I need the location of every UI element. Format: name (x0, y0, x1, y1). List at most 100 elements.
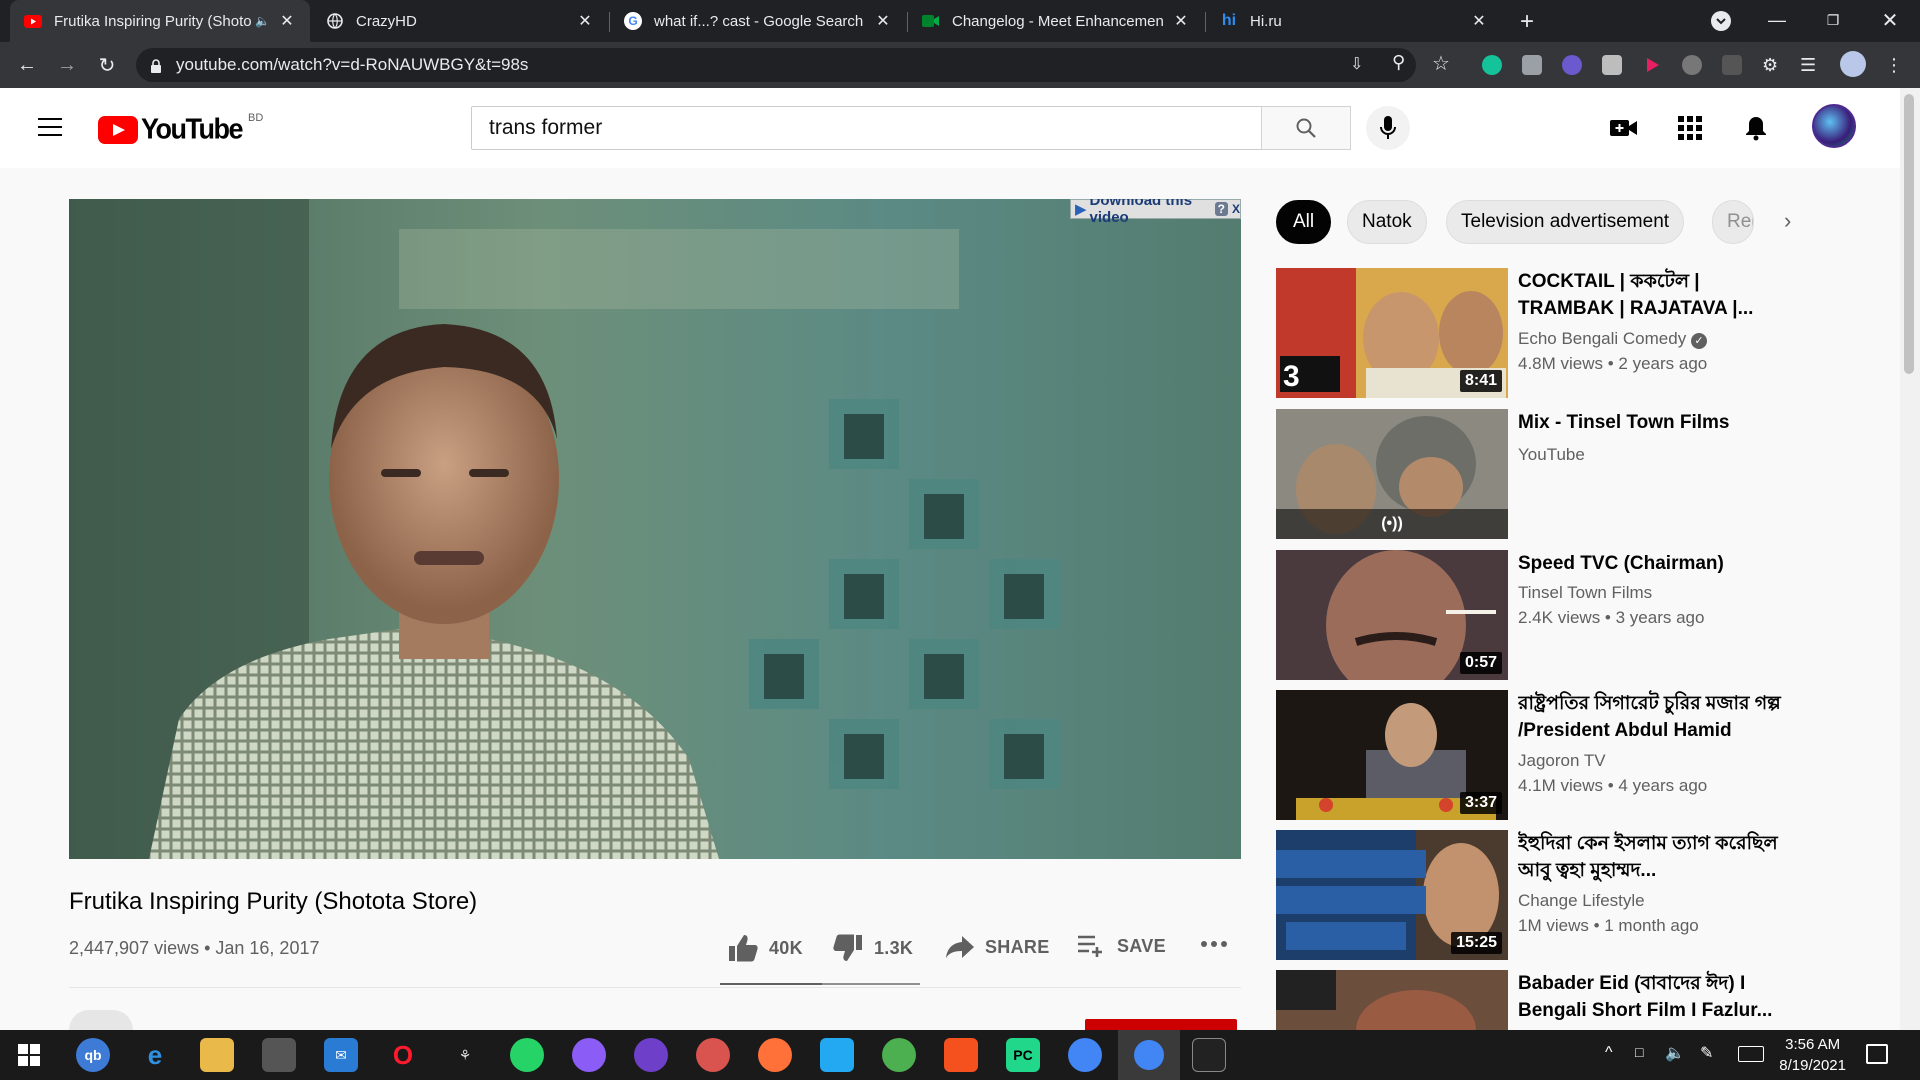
tab-search-icon[interactable] (1711, 11, 1731, 31)
hamburger-menu-icon[interactable] (38, 118, 62, 136)
app-icon[interactable] (696, 1038, 730, 1072)
extension-icon[interactable] (1722, 55, 1742, 75)
vscode-icon[interactable] (820, 1038, 854, 1072)
video-thumbnail[interactable]: 15:25 (1276, 830, 1508, 960)
pen-icon[interactable]: ✎ (1700, 1043, 1713, 1063)
terminal-icon[interactable] (1192, 1038, 1226, 1072)
profile-avatar[interactable] (1840, 51, 1866, 77)
satellite-app-icon[interactable]: ⚘ (448, 1038, 482, 1072)
recommendation-item[interactable]: 0:57 Speed TVC (Chairman) Tinsel Town Fi… (1276, 550, 1876, 680)
chevron-right-icon[interactable]: › (1784, 208, 1791, 234)
video-thumbnail[interactable]: 3 8:41 (1276, 268, 1508, 398)
download-extension-icon[interactable] (1682, 55, 1702, 75)
install-app-icon[interactable]: ⇩ (1350, 54, 1370, 74)
close-tab-icon[interactable]: ✕ (576, 11, 594, 31)
media-control-icon[interactable]: ☰ (1800, 55, 1820, 75)
recommendation-item[interactable]: (•)) Mix - Tinsel Town Films YouTube (1276, 409, 1876, 539)
recommendation-item[interactable]: 3 8:41 COCKTAIL | ককটেল | TRAMBAK | RAJA… (1276, 268, 1876, 398)
bookmark-star-icon[interactable]: ☆ (1432, 51, 1452, 75)
store-icon[interactable] (262, 1038, 296, 1072)
tab-crazyhd[interactable]: CrazyHD ✕ (312, 0, 608, 42)
opera-icon[interactable]: O (386, 1038, 420, 1072)
voice-search-button[interactable] (1366, 106, 1410, 150)
save-button[interactable]: SAVE (1077, 934, 1166, 958)
chrome-active-icon[interactable] (1118, 1030, 1180, 1080)
chip-television-advertisement[interactable]: Television advertisement (1446, 200, 1685, 244)
video-thumbnail[interactable]: 0:57 (1276, 550, 1508, 680)
tab-title: what if...? cast - Google Search (654, 12, 864, 30)
pycharm-icon[interactable]: PC (1006, 1038, 1040, 1072)
tab-youtube[interactable]: Frutika Inspiring Purity (Shoto 🔈 ✕ (10, 0, 310, 42)
create-video-icon[interactable] (1610, 114, 1638, 142)
play-extension-icon[interactable] (1642, 55, 1662, 75)
apps-grid-icon[interactable] (1676, 114, 1704, 142)
tab-google-search[interactable]: G what if...? cast - Google Search ✕ (610, 0, 906, 42)
forward-icon[interactable]: → (50, 48, 84, 82)
channel-avatar[interactable] (69, 1010, 133, 1030)
back-icon[interactable]: ← (10, 48, 44, 82)
network-icon[interactable]: □ (1635, 1044, 1643, 1060)
windows-start-icon[interactable] (12, 1038, 46, 1072)
app-icon[interactable] (944, 1038, 978, 1072)
qbittorrent-icon[interactable]: qb (76, 1038, 110, 1072)
recommendation-item[interactable]: 3:37 রাষ্ট্রপতির সিগারেট চুরির মজার গল্প… (1276, 690, 1876, 820)
camera-extension-icon[interactable] (1522, 55, 1542, 75)
extension-icon[interactable] (1602, 55, 1622, 75)
close-tab-icon[interactable]: ✕ (278, 11, 296, 31)
tray-chevron-icon[interactable]: ^ (1605, 1044, 1613, 1062)
keyboard-icon[interactable] (1738, 1046, 1764, 1062)
file-explorer-icon[interactable] (200, 1038, 234, 1072)
whatsapp-icon[interactable] (510, 1038, 544, 1072)
download-close-icon[interactable]: X (1232, 202, 1240, 216)
app-icon[interactable] (882, 1038, 916, 1072)
tab-hi-ru[interactable]: hi Hi.ru ✕ (1206, 0, 1502, 42)
account-avatar[interactable] (1812, 104, 1856, 148)
system-clock[interactable]: 3:56 AM 8/19/2021 (1779, 1034, 1846, 1076)
menu-dots-icon[interactable]: ⋮ (1885, 55, 1905, 75)
restore-icon[interactable]: ❐ (1807, 0, 1859, 40)
share-button[interactable]: SHARE (945, 934, 1050, 960)
new-tab-icon[interactable]: + (1520, 8, 1534, 36)
notification-center-icon[interactable] (1866, 1044, 1888, 1064)
dislike-button[interactable]: 1.3K (832, 934, 913, 962)
search-button[interactable] (1261, 106, 1351, 150)
more-actions-icon[interactable] (1200, 940, 1238, 948)
tab-changelog[interactable]: Changelog - Meet Enhancement ✕ (908, 0, 1204, 42)
page-scrollbar[interactable] (1900, 88, 1920, 1030)
zoom-icon[interactable]: ⚲ (1392, 52, 1412, 72)
firefox-icon[interactable] (758, 1038, 792, 1072)
window-close-icon[interactable]: ✕ (1864, 0, 1916, 40)
messenger-icon[interactable] (572, 1038, 606, 1072)
chip-related[interactable]: Rel (1712, 200, 1754, 244)
video-thumbnail[interactable]: 3:37 (1276, 690, 1508, 820)
subscribe-button[interactable] (1085, 1019, 1237, 1030)
audio-icon[interactable]: 🔈 (255, 14, 270, 28)
video-player[interactable]: ▶ Download this video ? X (69, 199, 1241, 859)
youtube-logo[interactable]: YouTube BD (98, 112, 263, 145)
chip-natok[interactable]: Natok (1347, 200, 1427, 244)
close-tab-icon[interactable]: ✕ (1172, 11, 1190, 31)
reload-icon[interactable]: ↻ (90, 48, 124, 82)
extension-icon[interactable] (1562, 55, 1582, 75)
close-tab-icon[interactable]: ✕ (1470, 11, 1488, 31)
close-tab-icon[interactable]: ✕ (874, 11, 892, 31)
chrome-icon[interactable] (1068, 1038, 1102, 1072)
chip-all[interactable]: All (1276, 200, 1332, 244)
download-help-icon[interactable]: ? (1214, 202, 1228, 216)
download-video-bar[interactable]: ▶ Download this video ? X (1070, 199, 1241, 226)
grammarly-icon[interactable] (1482, 55, 1502, 75)
recommendation-item[interactable]: 15:25 ইহুদিরা কেন ইসলাম ত্যাগ করেছিল আবু… (1276, 830, 1876, 960)
like-button[interactable]: 40K (727, 934, 803, 962)
video-thumbnail[interactable]: (•)) (1276, 409, 1508, 539)
mail-icon[interactable]: ✉ (324, 1038, 358, 1072)
edge-icon[interactable]: e (138, 1038, 172, 1072)
minimize-icon[interactable]: — (1751, 0, 1803, 40)
address-bar[interactable]: youtube.com/watch?v=d-RoNAUWBGY&t=98s (136, 48, 1416, 82)
notifications-bell-icon[interactable] (1742, 114, 1770, 142)
video-thumbnail[interactable] (1276, 970, 1508, 1030)
recommendation-item[interactable]: Babader Eid (বাবাদের ঈদ) I Bengali Short… (1276, 970, 1876, 1030)
search-input[interactable]: trans former (471, 106, 1262, 150)
volume-icon[interactable]: 🔈 (1665, 1043, 1685, 1063)
puzzle-icon[interactable]: ⚙ (1762, 55, 1782, 75)
github-icon[interactable] (634, 1038, 668, 1072)
